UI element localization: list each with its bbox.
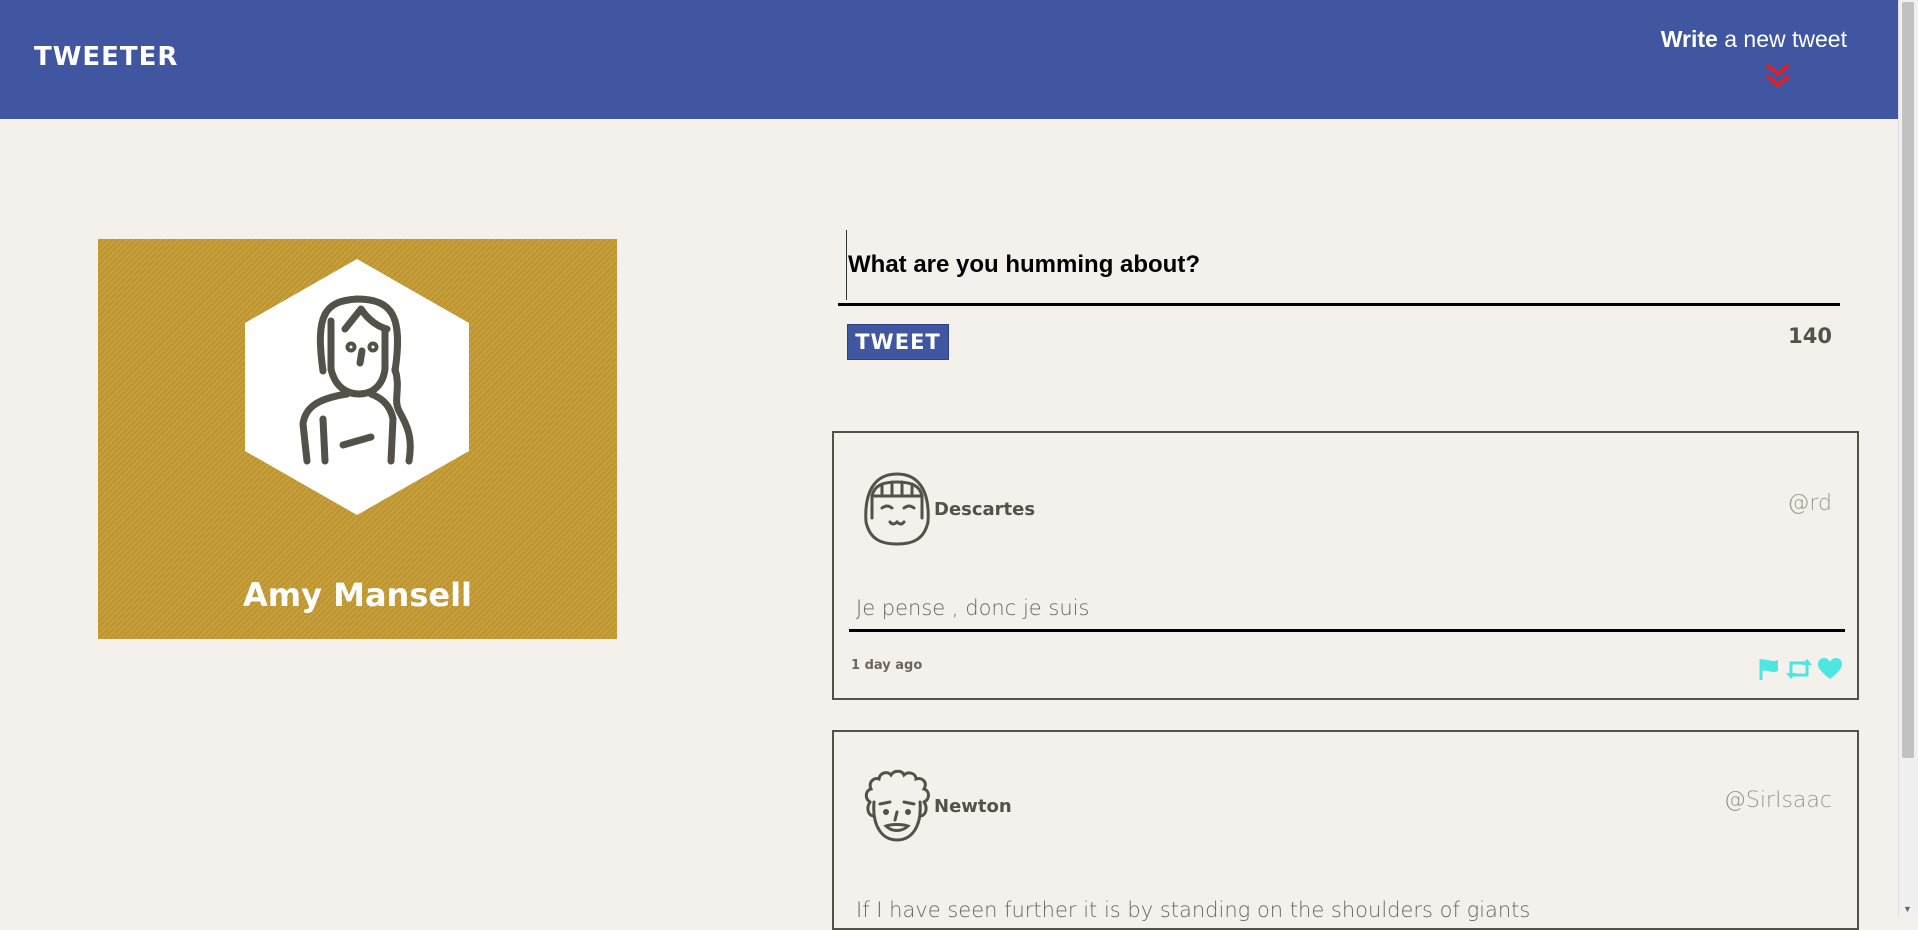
flag-icon[interactable] — [1757, 657, 1781, 681]
scroll-down-arrow-icon[interactable]: ▼ — [1903, 904, 1912, 914]
tweet-text: Je pense , donc je suis — [856, 596, 1090, 620]
newton-avatar — [864, 769, 930, 842]
character-counter: 140 — [1788, 324, 1832, 348]
write-label-rest: a new tweet — [1717, 26, 1847, 52]
tweet-button[interactable]: TWEET — [847, 324, 949, 360]
user-avatar — [245, 259, 469, 515]
tweet-author-name: Newton — [934, 796, 1012, 817]
write-label-bold: Write — [1660, 26, 1718, 52]
tweet-text: If I have seen further it is by standing… — [856, 898, 1531, 922]
composer-divider — [838, 303, 1840, 306]
profile-name: Amy Mansell — [242, 576, 472, 614]
heart-icon[interactable] — [1817, 657, 1843, 681]
tweet-author-name: Descartes — [934, 499, 1036, 520]
tweet-author-handle: @SirIsaac — [1723, 788, 1832, 813]
descartes-avatar — [864, 472, 930, 546]
tweet-divider — [849, 629, 1845, 632]
tweet-composer: TWEET 140 — [838, 230, 1840, 360]
scrollbar-thumb[interactable] — [1902, 2, 1914, 758]
top-navigation-bar: TWEETER Write a new tweet — [0, 0, 1899, 119]
retweet-icon[interactable] — [1785, 657, 1813, 681]
tweet-card: Descartes @rd Je pense , donc je suis 1 … — [832, 431, 1859, 700]
brand-logo[interactable]: TWEETER — [34, 42, 178, 72]
tweet-actions — [1757, 657, 1843, 681]
profile-card: Amy Mansell — [98, 239, 617, 639]
tweet-text-input[interactable] — [846, 230, 1838, 300]
tweet-card: Newton @SirIsaac If I have seen further … — [832, 730, 1859, 930]
write-new-tweet-link[interactable]: Write a new tweet — [1661, 26, 1847, 53]
tweet-author-handle: @rd — [1787, 491, 1832, 516]
vertical-scrollbar[interactable]: ▼ — [1898, 0, 1918, 917]
double-chevron-down-icon[interactable] — [1763, 62, 1793, 90]
tweet-timestamp: 1 day ago — [851, 658, 923, 673]
